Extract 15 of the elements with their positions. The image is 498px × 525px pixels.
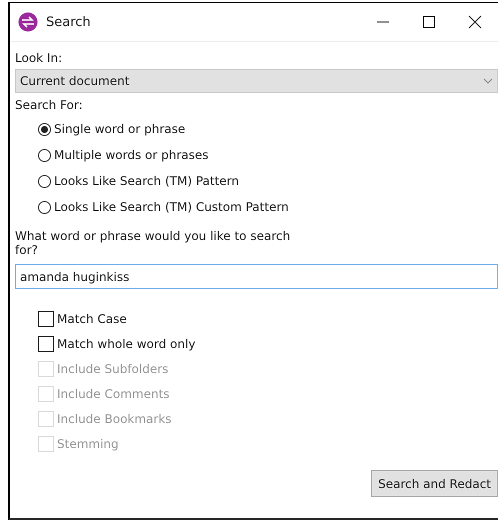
search-for-label: Search For: <box>15 97 83 114</box>
radio-option[interactable]: Single word or phrase <box>38 119 289 139</box>
radio-option[interactable]: Looks Like Search (TM) Custom Pattern <box>38 197 289 217</box>
window-title: Search <box>46 14 91 30</box>
radio-option[interactable]: Multiple words or phrases <box>38 145 289 165</box>
checkbox-option[interactable]: Match whole word only <box>38 334 196 354</box>
chevron-down-icon <box>483 78 493 84</box>
app-logo-icon <box>18 12 38 32</box>
search-and-redact-button[interactable]: Search and Redact <box>371 470 498 497</box>
radio-option[interactable]: Looks Like Search (TM) Pattern <box>38 171 289 191</box>
question-label: What word or phrase would you like to search for? <box>15 229 292 257</box>
checkbox-option[interactable]: Match Case <box>38 309 196 329</box>
search-field[interactable]: amanda huginkiss <box>15 264 498 289</box>
look-in-dropdown[interactable]: Current document <box>15 69 498 93</box>
look-in-label: Look In: <box>15 50 62 67</box>
